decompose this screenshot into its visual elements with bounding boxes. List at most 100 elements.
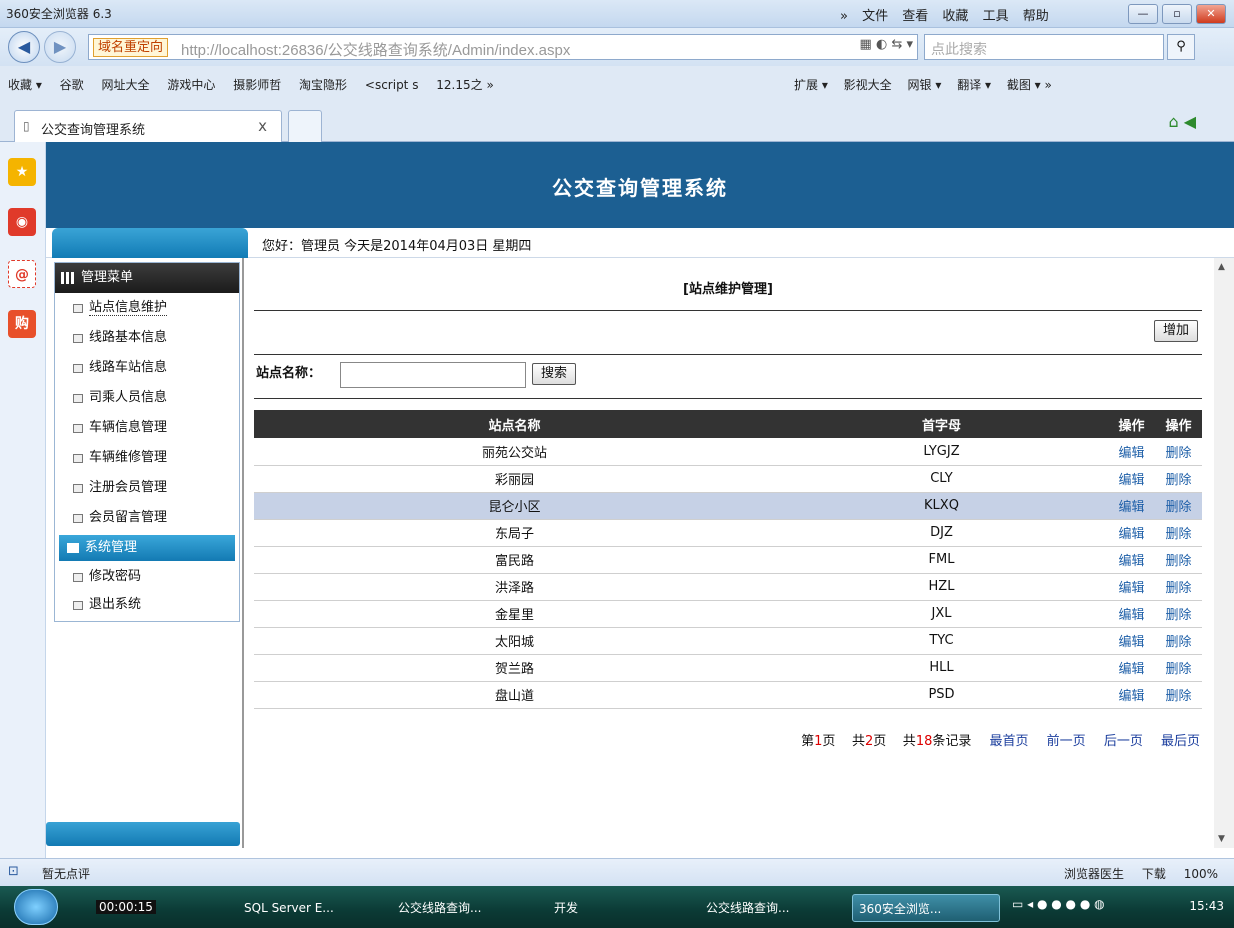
task-360-browser[interactable]: 360安全浏览... [852, 894, 1000, 922]
edit-link[interactable]: 编辑 [1118, 635, 1144, 650]
prev-page-link[interactable]: 前一页 [1047, 734, 1086, 749]
weibo-icon[interactable]: ◉ [8, 208, 36, 236]
delete-link[interactable]: 删除 [1165, 500, 1191, 515]
download-button[interactable]: 下载 [1142, 867, 1166, 881]
menu-item-repairs[interactable]: 车辆维修管理 [55, 443, 239, 473]
browser-doctor[interactable]: 浏览器医生 [1064, 867, 1124, 881]
translate-menu[interactable]: 翻译 ▾ [957, 78, 991, 92]
bookmark-script[interactable]: <script s [365, 78, 419, 92]
edit-link[interactable]: 编辑 [1118, 689, 1144, 704]
search-box[interactable]: 点此搜索 ⚲ [924, 34, 1195, 60]
edit-link[interactable]: 编辑 [1118, 446, 1144, 461]
add-button[interactable]: 增加 [1153, 320, 1198, 342]
edit-link[interactable]: 编辑 [1118, 608, 1144, 623]
menu-item-change-password[interactable]: 修改密码 [55, 563, 239, 591]
edit-link[interactable]: 编辑 [1118, 662, 1144, 677]
comment-status[interactable]: 暂无点评 [42, 865, 90, 882]
home-icon[interactable]: ⌂ ◀ [1168, 112, 1196, 131]
bookmark-sites[interactable]: 网址大全 [102, 78, 150, 92]
delete-link[interactable]: 删除 [1165, 635, 1191, 650]
first-page-link[interactable]: 最首页 [990, 734, 1029, 749]
table-row[interactable]: 太阳城 TYC 编辑 删除 [254, 627, 1202, 655]
content-scrollbar[interactable]: ▲ ▼ [1214, 258, 1234, 848]
mail-icon[interactable]: @ [8, 260, 36, 288]
next-page-link[interactable]: 后一页 [1104, 734, 1143, 749]
scroll-down-icon[interactable]: ▼ [1218, 834, 1225, 844]
delete-link[interactable]: 删除 [1165, 581, 1191, 596]
menu-item-staff[interactable]: 司乘人员信息 [55, 383, 239, 413]
bookmark-photographer[interactable]: 摄影师哲 [233, 78, 281, 92]
new-tab-button[interactable] [288, 110, 322, 142]
frame-divider[interactable] [242, 258, 244, 848]
zoom-level[interactable]: 100% [1184, 867, 1218, 881]
search-button[interactable]: 搜索 [532, 363, 577, 385]
table-row[interactable]: 金星里 JXL 编辑 删除 [254, 600, 1202, 628]
bookmark-favorites[interactable]: 收藏 ▾ [8, 78, 42, 92]
task-sql-server[interactable]: SQL Server E... [238, 894, 368, 922]
menu-favorites[interactable]: 收藏 [942, 9, 968, 24]
close-window-button[interactable]: ✕ [1196, 4, 1226, 24]
menu-item-messages[interactable]: 会员留言管理 [55, 503, 239, 533]
bookmark-google[interactable]: 谷歌 [60, 78, 84, 92]
table-row[interactable]: 富民路 FML 编辑 删除 [254, 546, 1202, 574]
table-row[interactable]: 东局子 DJZ 编辑 删除 [254, 519, 1202, 547]
menu-item-vehicles[interactable]: 车辆信息管理 [55, 413, 239, 443]
menu-file[interactable]: 文件 [862, 9, 888, 24]
minimize-button[interactable]: — [1128, 4, 1158, 24]
table-row[interactable]: 昆仑小区 KLXQ 编辑 删除 [254, 492, 1202, 520]
sidebar-toggle-icon[interactable]: ⊡ [8, 864, 19, 879]
delete-link[interactable]: 删除 [1165, 689, 1191, 704]
bookmark-games[interactable]: 游戏中心 [167, 78, 215, 92]
url-text[interactable]: http://localhost:26836/公交线路查询系统/Admin/in… [181, 39, 570, 60]
bookmark-1215[interactable]: 12.15之 » [436, 78, 494, 92]
table-row[interactable]: 洪泽路 HZL 编辑 删除 [254, 573, 1202, 601]
delete-link[interactable]: 删除 [1165, 446, 1191, 461]
edit-link[interactable]: 编辑 [1118, 500, 1144, 515]
system-menu-header[interactable]: 系统管理 [59, 535, 235, 561]
table-row[interactable]: 丽苑公交站 LYGJZ 编辑 删除 [254, 438, 1202, 466]
task-bus-folder[interactable]: 公交线路查询... [392, 894, 528, 922]
tab-bus-system[interactable]: ▯ 公交查询管理系统 x [14, 110, 282, 142]
last-page-link[interactable]: 最后页 [1161, 734, 1200, 749]
menu-help[interactable]: 帮助 [1023, 9, 1049, 24]
task-dev[interactable]: 开发 [548, 894, 668, 922]
search-go-button[interactable]: ⚲ [1167, 34, 1195, 60]
menu-tools[interactable]: 工具 [983, 9, 1009, 24]
system-tray[interactable]: ▭ ◂ ● ● ● ● ◍ [1012, 897, 1105, 911]
forward-button[interactable]: ▶ [44, 31, 76, 63]
edit-link[interactable]: 编辑 [1118, 554, 1144, 569]
menu-view[interactable]: 查看 [902, 9, 928, 24]
video-menu[interactable]: 影视大全 [844, 78, 892, 92]
delete-link[interactable]: 删除 [1165, 527, 1191, 542]
menu-item-route-info[interactable]: 线路基本信息 [55, 323, 239, 353]
maximize-button[interactable]: ▫ [1162, 4, 1192, 24]
edit-link[interactable]: 编辑 [1118, 473, 1144, 488]
star-icon[interactable]: ★ [8, 158, 36, 186]
scroll-up-icon[interactable]: ▲ [1218, 262, 1225, 272]
menu-item-route-stations[interactable]: 线路车站信息 [55, 353, 239, 383]
bank-menu[interactable]: 网银 ▾ [908, 78, 942, 92]
url-actions[interactable]: ▦ ◐ ⇆ ▾ [860, 37, 913, 52]
menu-item-logout[interactable]: 退出系统 [55, 591, 239, 619]
table-row[interactable]: 盘山道 PSD 编辑 删除 [254, 681, 1202, 709]
menu-more[interactable]: » [840, 9, 848, 24]
table-row[interactable]: 贺兰路 HLL 编辑 删除 [254, 654, 1202, 682]
redirect-badge[interactable]: 域名重定向 [93, 38, 169, 57]
start-button[interactable] [14, 889, 58, 925]
station-name-input[interactable] [340, 362, 526, 388]
edit-link[interactable]: 编辑 [1118, 527, 1144, 542]
menu-item-station-maintain[interactable]: 站点信息维护 [55, 293, 239, 323]
tab-close-icon[interactable]: x [258, 117, 267, 135]
edit-link[interactable]: 编辑 [1118, 581, 1144, 596]
back-button[interactable]: ◀ [8, 31, 40, 63]
shop-icon[interactable]: 购 [8, 310, 36, 338]
table-row[interactable]: 彩丽园 CLY 编辑 删除 [254, 465, 1202, 493]
url-field[interactable]: 域名重定向 http://localhost:26836/公交线路查询系统/Ad… [88, 34, 918, 60]
menu-item-members[interactable]: 注册会员管理 [55, 473, 239, 503]
delete-link[interactable]: 删除 [1165, 554, 1191, 569]
screenshot-menu[interactable]: 截图 ▾ » [1007, 78, 1052, 92]
delete-link[interactable]: 删除 [1165, 473, 1191, 488]
bookmark-taobao[interactable]: 淘宝隐形 [299, 78, 347, 92]
task-bus-vs[interactable]: 公交线路查询... [700, 894, 840, 922]
delete-link[interactable]: 删除 [1165, 608, 1191, 623]
